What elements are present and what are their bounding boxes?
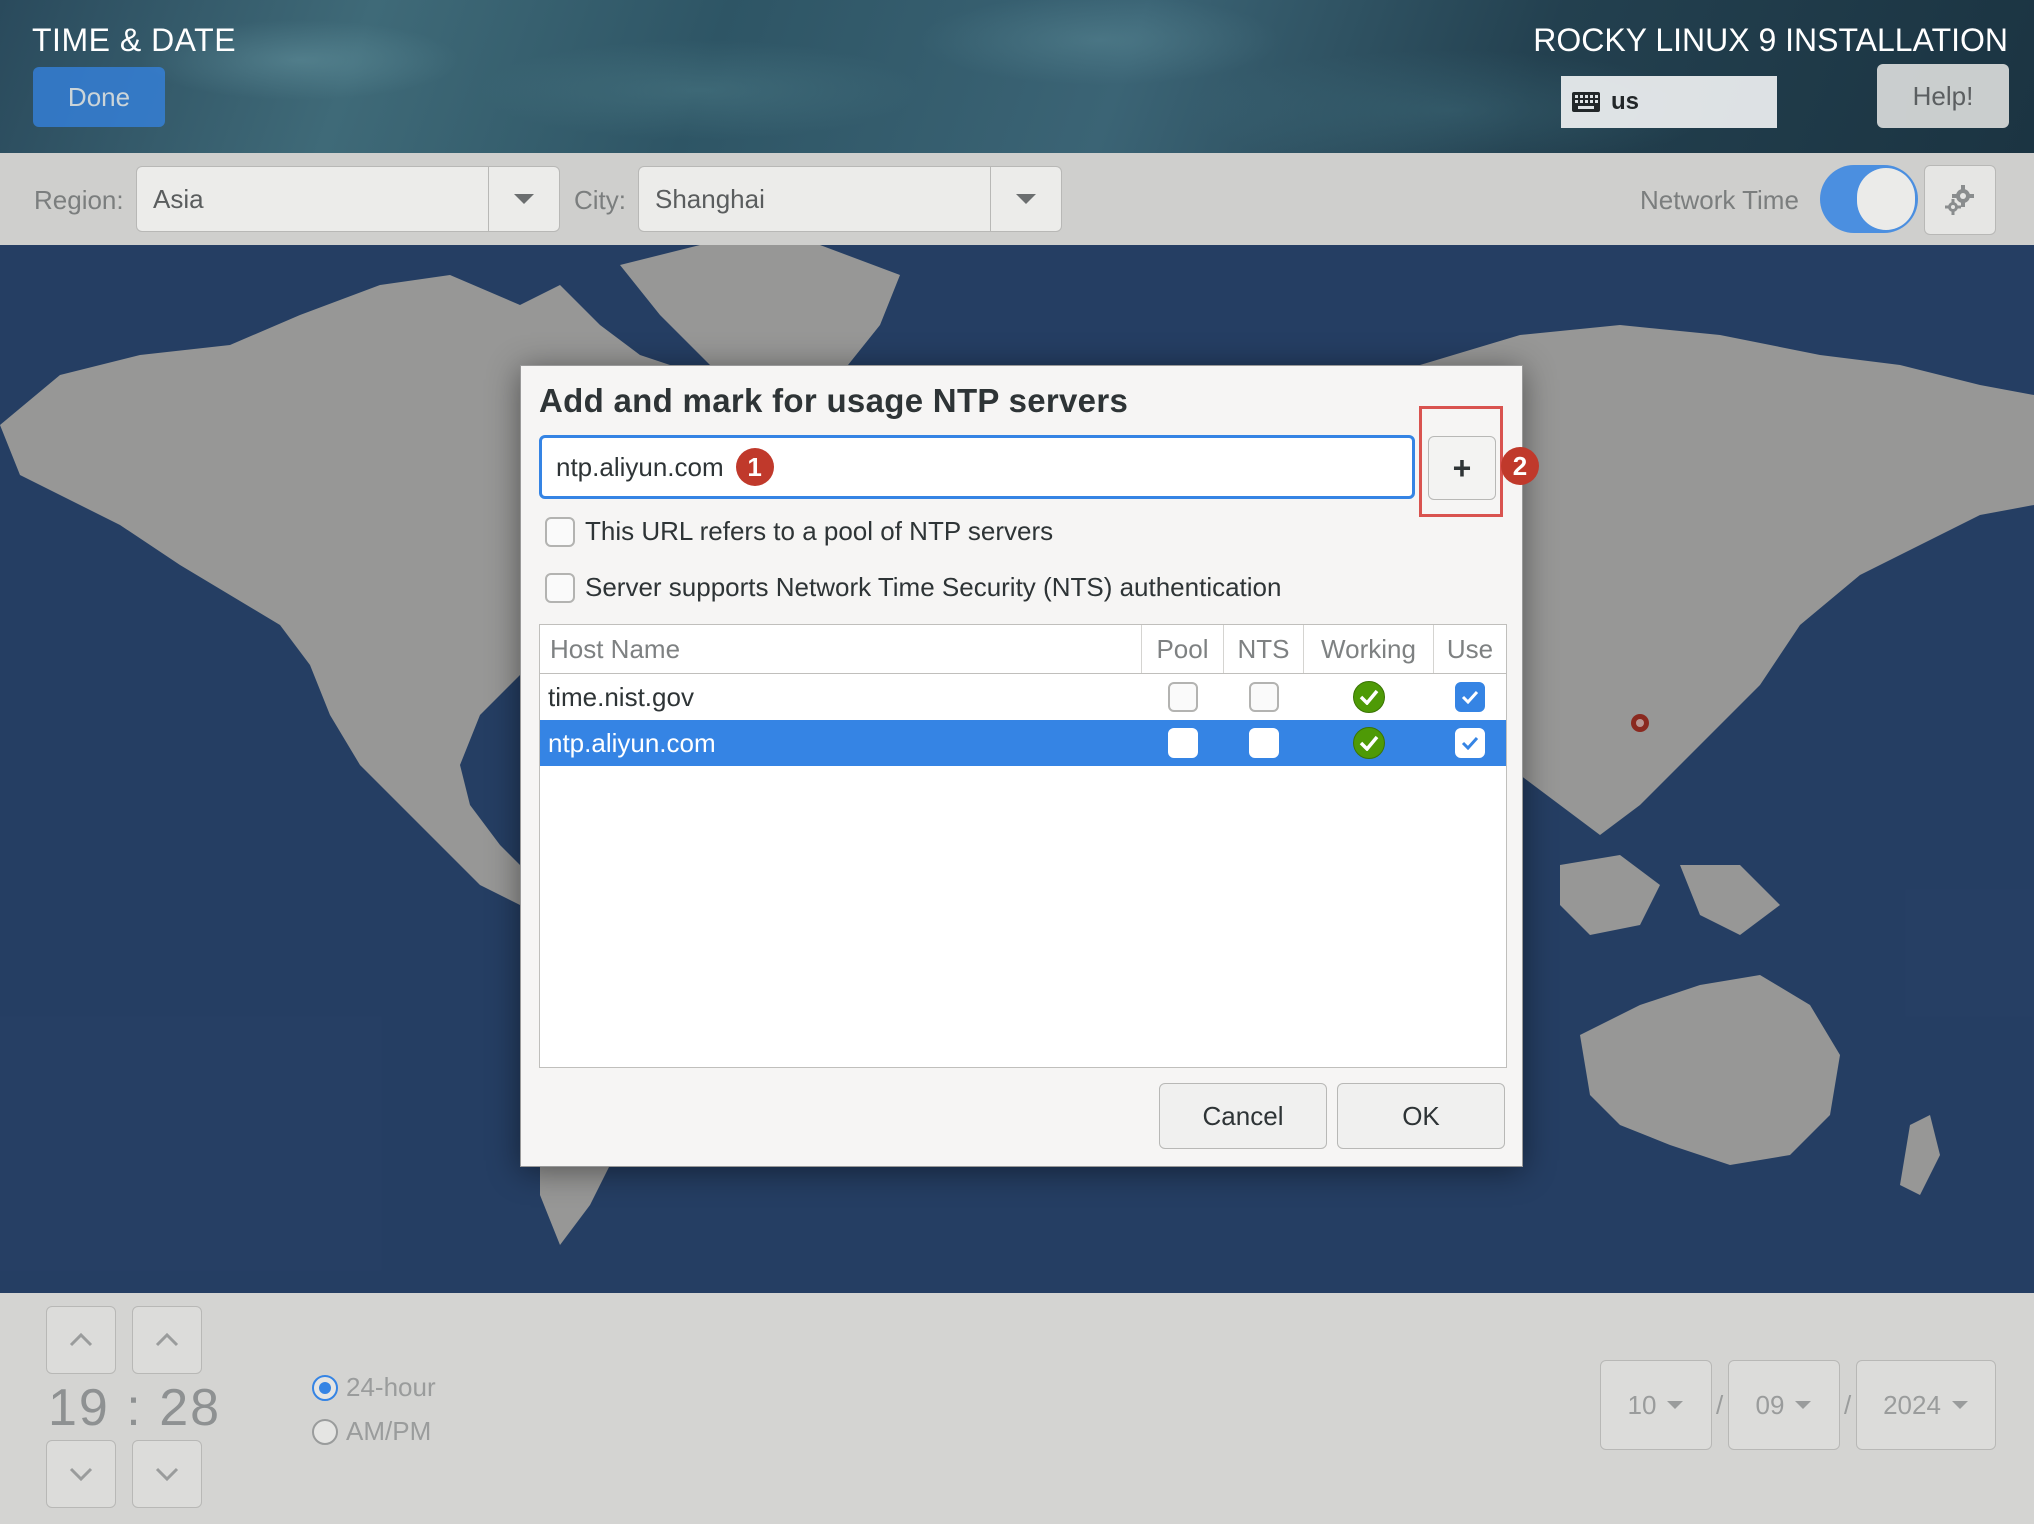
host-name-cell: time.nist.gov bbox=[548, 681, 694, 712]
table-row-selected[interactable]: ntp.aliyun.com bbox=[540, 720, 1506, 766]
format-24-hour-label: 24-hour bbox=[346, 1372, 436, 1402]
check-icon bbox=[1461, 690, 1479, 704]
host-name-cell: ntp.aliyun.com bbox=[548, 727, 716, 758]
chevron-up-icon bbox=[69, 1333, 93, 1347]
keyboard-layout-indicator[interactable]: us bbox=[1561, 76, 1777, 128]
hours-up-button[interactable] bbox=[46, 1306, 116, 1374]
installation-title: ROCKY LINUX 9 INSTALLATION bbox=[1533, 22, 2008, 58]
year-value: 2024 bbox=[1883, 1389, 1941, 1420]
done-button[interactable]: Done bbox=[33, 67, 165, 127]
keyboard-layout-label: us bbox=[1611, 88, 1640, 115]
city-label: City: bbox=[574, 185, 626, 215]
network-time-label: Network Time bbox=[1640, 185, 1799, 215]
nts-cell bbox=[1224, 674, 1304, 720]
format-24-hour-option[interactable]: 24-hour bbox=[312, 1372, 436, 1403]
help-button[interactable]: Help! bbox=[1877, 64, 2009, 128]
time-separator: : bbox=[126, 1379, 143, 1437]
header-bar: TIME & DATE Done ROCKY LINUX 9 INSTALLAT… bbox=[0, 0, 2034, 153]
day-value: 09 bbox=[1755, 1389, 1785, 1420]
dialog-title: Add and mark for usage NTP servers bbox=[539, 382, 1129, 419]
minutes-down-button[interactable] bbox=[132, 1440, 202, 1508]
month-value: 10 bbox=[1627, 1389, 1657, 1420]
column-pool[interactable]: Pool bbox=[1142, 625, 1224, 673]
hours-down-button[interactable] bbox=[46, 1440, 116, 1508]
city-value: Shanghai bbox=[655, 183, 765, 214]
day-combo[interactable]: 09 bbox=[1728, 1360, 1840, 1450]
column-use[interactable]: Use bbox=[1434, 625, 1506, 673]
checkmark-circle-icon bbox=[1353, 727, 1385, 759]
checkmark-circle-icon bbox=[1353, 681, 1385, 713]
ntp-servers-dialog: Add and mark for usage NTP servers ntp.a… bbox=[520, 365, 1539, 1167]
pool-checkbox-label: This URL refers to a pool of NTP servers bbox=[585, 516, 1054, 546]
pool-checkbox[interactable] bbox=[545, 516, 575, 547]
region-combo[interactable]: Asia bbox=[136, 166, 560, 232]
minutes-value: 28 bbox=[159, 1379, 222, 1437]
nts-checkbox[interactable] bbox=[545, 572, 575, 603]
row-pool-checkbox[interactable] bbox=[1168, 682, 1198, 712]
month-combo[interactable]: 10 bbox=[1600, 1360, 1712, 1450]
row-nts-checkbox[interactable] bbox=[1249, 682, 1279, 712]
format-24-hour-radio[interactable] bbox=[312, 1374, 338, 1401]
timezone-toolbar: Region: Asia City: Shanghai Network Time bbox=[0, 153, 2034, 245]
table-row[interactable]: time.nist.gov bbox=[540, 674, 1506, 720]
column-host-name[interactable]: Host Name bbox=[540, 625, 1142, 673]
network-time-switch[interactable] bbox=[1820, 165, 1918, 233]
year-combo[interactable]: 2024 bbox=[1856, 1360, 1996, 1450]
chevron-up-icon bbox=[155, 1333, 179, 1347]
working-cell bbox=[1304, 674, 1434, 720]
column-nts[interactable]: NTS bbox=[1224, 625, 1304, 673]
nts-option[interactable]: Server supports Network Time Security (N… bbox=[545, 572, 1281, 603]
minutes-up-button[interactable] bbox=[132, 1306, 202, 1374]
ok-button[interactable]: OK bbox=[1337, 1083, 1505, 1149]
ntp-settings-button[interactable] bbox=[1924, 165, 1996, 235]
ntp-server-input[interactable]: ntp.aliyun.com 1 bbox=[539, 435, 1415, 499]
add-server-button[interactable]: + bbox=[1428, 436, 1496, 500]
row-use-checkbox[interactable] bbox=[1455, 682, 1485, 712]
date-separator: / bbox=[1716, 1390, 1724, 1420]
ntp-server-input-value: ntp.aliyun.com bbox=[556, 451, 724, 482]
pool-cell bbox=[1142, 674, 1224, 720]
keyboard-icon bbox=[1572, 92, 1600, 112]
column-working[interactable]: Working bbox=[1304, 625, 1434, 673]
format-ampm-option[interactable]: AM/PM bbox=[312, 1416, 431, 1447]
city-combo[interactable]: Shanghai bbox=[638, 166, 1062, 232]
row-nts-checkbox[interactable] bbox=[1249, 728, 1279, 758]
step-marker-1: 1 bbox=[735, 448, 774, 486]
chevron-down-icon bbox=[1795, 1401, 1812, 1409]
date-separator: / bbox=[1844, 1390, 1852, 1420]
format-ampm-label: AM/PM bbox=[346, 1416, 432, 1446]
step-marker-2: 2 bbox=[1501, 447, 1539, 485]
use-cell bbox=[1434, 720, 1506, 766]
region-value: Asia bbox=[153, 183, 204, 214]
row-use-checkbox[interactable] bbox=[1455, 728, 1485, 758]
pool-cell bbox=[1142, 720, 1224, 766]
nts-checkbox-label: Server supports Network Time Security (N… bbox=[585, 572, 1282, 602]
hours-value: 19 bbox=[48, 1379, 110, 1437]
format-ampm-radio[interactable] bbox=[312, 1418, 338, 1445]
chevron-down-icon bbox=[1951, 1401, 1968, 1409]
chevron-down-icon bbox=[1667, 1401, 1684, 1409]
use-cell bbox=[1434, 674, 1506, 720]
cancel-button[interactable]: Cancel bbox=[1159, 1083, 1327, 1149]
page-title: TIME & DATE bbox=[32, 22, 237, 58]
chevron-down-icon bbox=[155, 1467, 179, 1481]
time-display: 19 : 28 bbox=[48, 1378, 221, 1438]
gear-icon bbox=[1945, 185, 1974, 215]
chevron-down-icon bbox=[69, 1467, 93, 1481]
chevron-down-icon[interactable] bbox=[488, 167, 559, 231]
switch-knob bbox=[1857, 168, 1915, 230]
ntp-server-table[interactable]: Host Name Pool NTS Working Use time.nist… bbox=[539, 624, 1507, 1068]
nts-cell bbox=[1224, 720, 1304, 766]
row-pool-checkbox[interactable] bbox=[1168, 728, 1198, 758]
working-cell bbox=[1304, 720, 1434, 766]
check-icon bbox=[1461, 736, 1479, 750]
table-header: Host Name Pool NTS Working Use bbox=[540, 625, 1506, 674]
chevron-down-icon[interactable] bbox=[990, 167, 1061, 231]
region-label: Region: bbox=[34, 185, 124, 215]
pool-option[interactable]: This URL refers to a pool of NTP servers bbox=[545, 516, 1053, 547]
